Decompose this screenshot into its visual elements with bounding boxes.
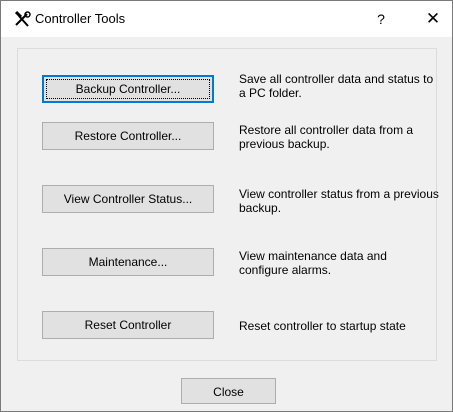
close-button[interactable]: Close bbox=[181, 378, 276, 404]
help-button[interactable]: ? bbox=[369, 5, 393, 33]
reset-controller-description: Reset controller to startup state bbox=[239, 319, 406, 333]
view-controller-status-label: View Controller Status... bbox=[63, 192, 193, 206]
close-button-label: Close bbox=[213, 385, 244, 399]
title-bar: Controller Tools ? ✕ bbox=[1, 1, 452, 37]
view-controller-status-button[interactable]: View Controller Status... bbox=[42, 185, 214, 213]
window-close-button[interactable]: ✕ bbox=[421, 5, 445, 33]
maintenance-label: Maintenance... bbox=[88, 255, 168, 269]
controller-tools-dialog: Controller Tools ? ✕ Backup Controller..… bbox=[0, 0, 453, 412]
backup-controller-label: Backup Controller... bbox=[75, 82, 181, 96]
maintenance-button[interactable]: Maintenance... bbox=[42, 248, 214, 276]
maintenance-description: View maintenance data and configure alar… bbox=[239, 249, 387, 277]
restore-controller-description: Restore all controller data from a previ… bbox=[239, 123, 414, 151]
tools-icon bbox=[14, 11, 31, 27]
backup-controller-description: Save all controller data and status to a… bbox=[239, 72, 434, 100]
restore-controller-label: Restore Controller... bbox=[74, 129, 182, 143]
backup-controller-button[interactable]: Backup Controller... bbox=[42, 75, 214, 103]
restore-controller-button[interactable]: Restore Controller... bbox=[42, 122, 214, 150]
reset-controller-button[interactable]: Reset Controller bbox=[42, 311, 214, 339]
reset-controller-label: Reset Controller bbox=[84, 318, 172, 332]
view-controller-status-description: View controller status from a previous b… bbox=[239, 187, 439, 215]
window-title: Controller Tools bbox=[35, 11, 126, 26]
